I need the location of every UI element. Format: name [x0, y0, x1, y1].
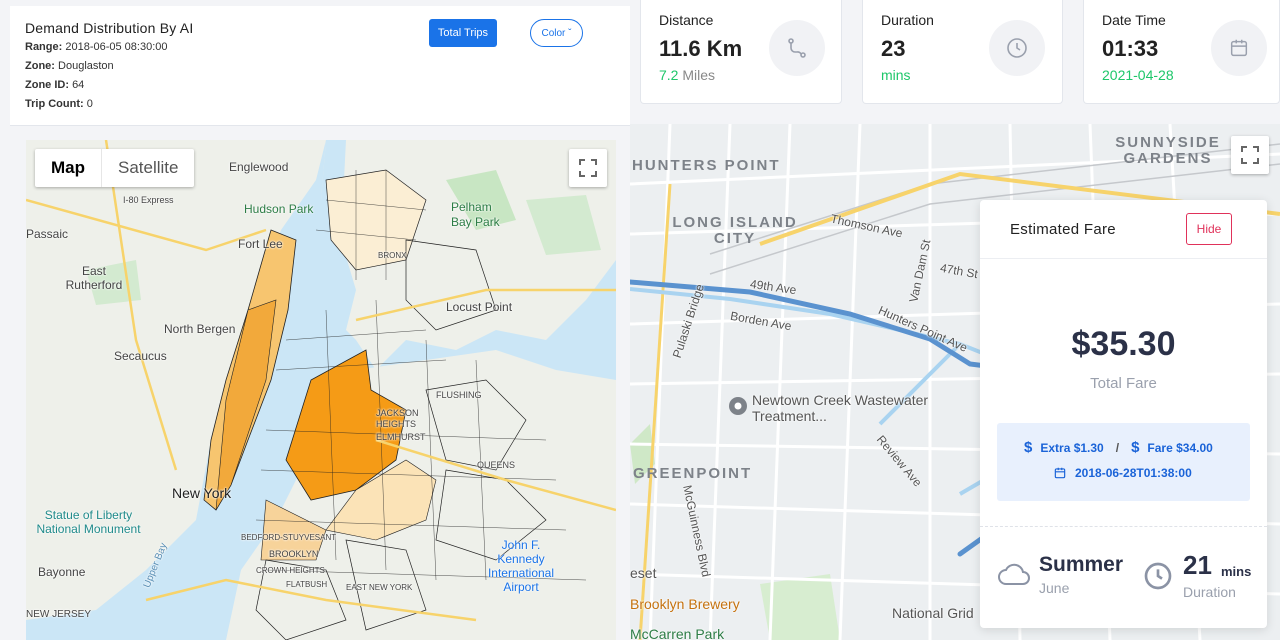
total-fare-label: Total Fare	[1090, 375, 1157, 392]
trip-count-value: 0	[86, 98, 93, 110]
season-value: Summer	[1039, 553, 1124, 576]
datetime-date: 2021-04-28	[1102, 67, 1174, 83]
label-east-new-york: EAST NEW YORK	[346, 583, 413, 592]
label-elmhurst: ELMHURST	[376, 432, 426, 442]
zone-id-value: 64	[72, 79, 85, 91]
dollar-icon: $	[1131, 439, 1140, 456]
fare-datetime: 2018-06-28T01:38:00	[1075, 466, 1192, 480]
range-label: Range:	[25, 41, 63, 53]
datetime-value: 01:33	[1102, 36, 1159, 61]
duration-value: 23	[881, 36, 906, 61]
divider	[980, 258, 1267, 259]
fare-breakdown: $ Extra $1.30 / $ Fare $34.00 2018-06-28…	[997, 423, 1250, 501]
label-greenpoint: GREENPOINT	[633, 465, 753, 482]
zone-row: Zone: Douglaston	[25, 60, 114, 72]
label-sunnyside: SUNNYSIDE GARDENS	[1115, 134, 1221, 167]
estimated-fare-card: Estimated Fare Hide $35.30 Total Fare $ …	[980, 200, 1267, 628]
label-crown-heights: CROWN HEIGHTS	[256, 566, 325, 575]
range-row: Range: 2018-06-05 08:30:00	[25, 41, 168, 53]
distance-miles-value: 7.2	[659, 67, 679, 83]
extra-charge: Extra $1.30	[1040, 440, 1104, 455]
trip-count-row: Trip Count: 0	[25, 98, 93, 110]
label-englewood: Englewood	[229, 160, 289, 174]
label-jfk-airport: John F. Kennedy International Airport	[487, 538, 555, 594]
label-flatbush: FLATBUSH	[286, 580, 328, 589]
trip-duration-unit: mins	[1221, 564, 1252, 579]
trip-count-label: Trip Count:	[25, 98, 84, 110]
label-bed-stuy: BEDFORD-STUYVESANT	[241, 533, 337, 542]
base-fare: Fare $34.00	[1147, 440, 1213, 455]
label-passaic: Passaic	[26, 227, 69, 241]
label-national-grid: National Grid	[892, 605, 974, 621]
total-trips-button[interactable]: Total Trips	[429, 19, 497, 47]
label-brooklyn-brewery: Brooklyn Brewery	[630, 596, 740, 612]
map-type-toggle: Map Satellite	[35, 149, 195, 187]
datetime-card: Date Time 01:33 2021-04-28	[1083, 0, 1280, 104]
duration-unit: mins	[881, 67, 911, 83]
label-secaucus: Secaucus	[114, 349, 167, 363]
fare-breakdown-line: $ Extra $1.30 / $ Fare $34.00	[1024, 439, 1213, 456]
label-bronx: BRONX	[378, 251, 407, 260]
duration-label: Duration	[881, 12, 934, 28]
distance-label: Distance	[659, 12, 714, 28]
route-icon	[769, 20, 825, 76]
zone-label: Zone:	[25, 60, 55, 72]
panel-title: Demand Distribution By AI	[25, 20, 194, 36]
label-new-york: New York	[172, 485, 232, 501]
calendar-icon	[1054, 467, 1066, 479]
datetime-label: Date Time	[1102, 12, 1166, 28]
label-brooklyn: BROOKLYN	[269, 549, 319, 559]
calendar-icon	[1211, 20, 1267, 76]
zone-id-label: Zone ID:	[25, 79, 69, 91]
zone-id-row: Zone ID: 64	[25, 79, 84, 91]
label-queens: QUEENS	[477, 460, 516, 470]
duration-card: Duration 23 mins	[862, 0, 1063, 104]
fare-date-line: 2018-06-28T01:38:00	[1053, 466, 1192, 480]
map-type-satellite-tab[interactable]: Satellite	[102, 149, 194, 187]
cloud-icon	[997, 560, 1031, 591]
demand-info-panel: Demand Distribution By AI Range: 2018-06…	[10, 6, 630, 126]
trip-duration-value: 21	[1183, 550, 1212, 580]
distance-value: 11.6 Km	[659, 36, 743, 61]
zone-value: Douglaston	[58, 60, 114, 72]
fare-separator: /	[1115, 440, 1120, 455]
label-statue-of-liberty: Statue of Liberty National Monument	[36, 508, 141, 536]
label-flushing: FLUSHING	[436, 390, 482, 400]
label-eset: eset	[630, 565, 657, 581]
label-new-jersey: NEW JERSEY	[26, 609, 92, 620]
distance-miles: 7.2 Miles	[659, 67, 715, 83]
distance-miles-unit: Miles	[682, 67, 716, 83]
label-pelham-bay: Pelham Bay Park	[451, 200, 500, 229]
season-month: June	[1039, 580, 1070, 596]
label-mccarren-park: McCarren Park	[630, 626, 725, 640]
color-dropdown-button[interactable]: Color ˇ	[530, 19, 583, 47]
range-value: 2018-06-05 08:30:00	[65, 41, 168, 53]
hide-button[interactable]: Hide	[1186, 213, 1232, 245]
label-locust-point: Locust Point	[446, 300, 513, 314]
trip-duration-label: Duration	[1183, 584, 1236, 600]
label-hunters-point: HUNTERS POINT	[632, 157, 781, 174]
fullscreen-icon[interactable]	[1231, 136, 1269, 174]
label-hudson-park: Hudson Park	[244, 202, 314, 216]
fare-card-title: Estimated Fare	[1010, 221, 1116, 238]
label-north-bergen: North Bergen	[164, 322, 236, 336]
label-fort-lee: Fort Lee	[238, 237, 283, 251]
total-fare-amount: $35.30	[1071, 325, 1176, 363]
dollar-icon: $	[1024, 439, 1033, 456]
clock-icon	[1142, 560, 1174, 597]
clock-icon	[989, 20, 1045, 76]
divider	[980, 526, 1267, 527]
label-newtown-creek: Newtown Creek Wastewater Treatment...	[752, 392, 929, 424]
map-type-map-tab[interactable]: Map	[35, 149, 102, 187]
fullscreen-icon[interactable]	[569, 149, 607, 187]
label-jackson-heights: JACKSON HEIGHTS	[376, 408, 419, 429]
label-i80-express: I-80 Express	[123, 195, 174, 205]
label-long-island-city: LONG ISLAND CITY	[672, 214, 798, 247]
label-east-rutherford: East Rutherford	[65, 264, 123, 292]
distance-card: Distance 11.6 Km 7.2 Miles	[640, 0, 842, 104]
label-bayonne: Bayonne	[38, 565, 86, 579]
demand-map[interactable]: Englewood I-80 Express Hudson Park Pelha…	[26, 140, 616, 640]
